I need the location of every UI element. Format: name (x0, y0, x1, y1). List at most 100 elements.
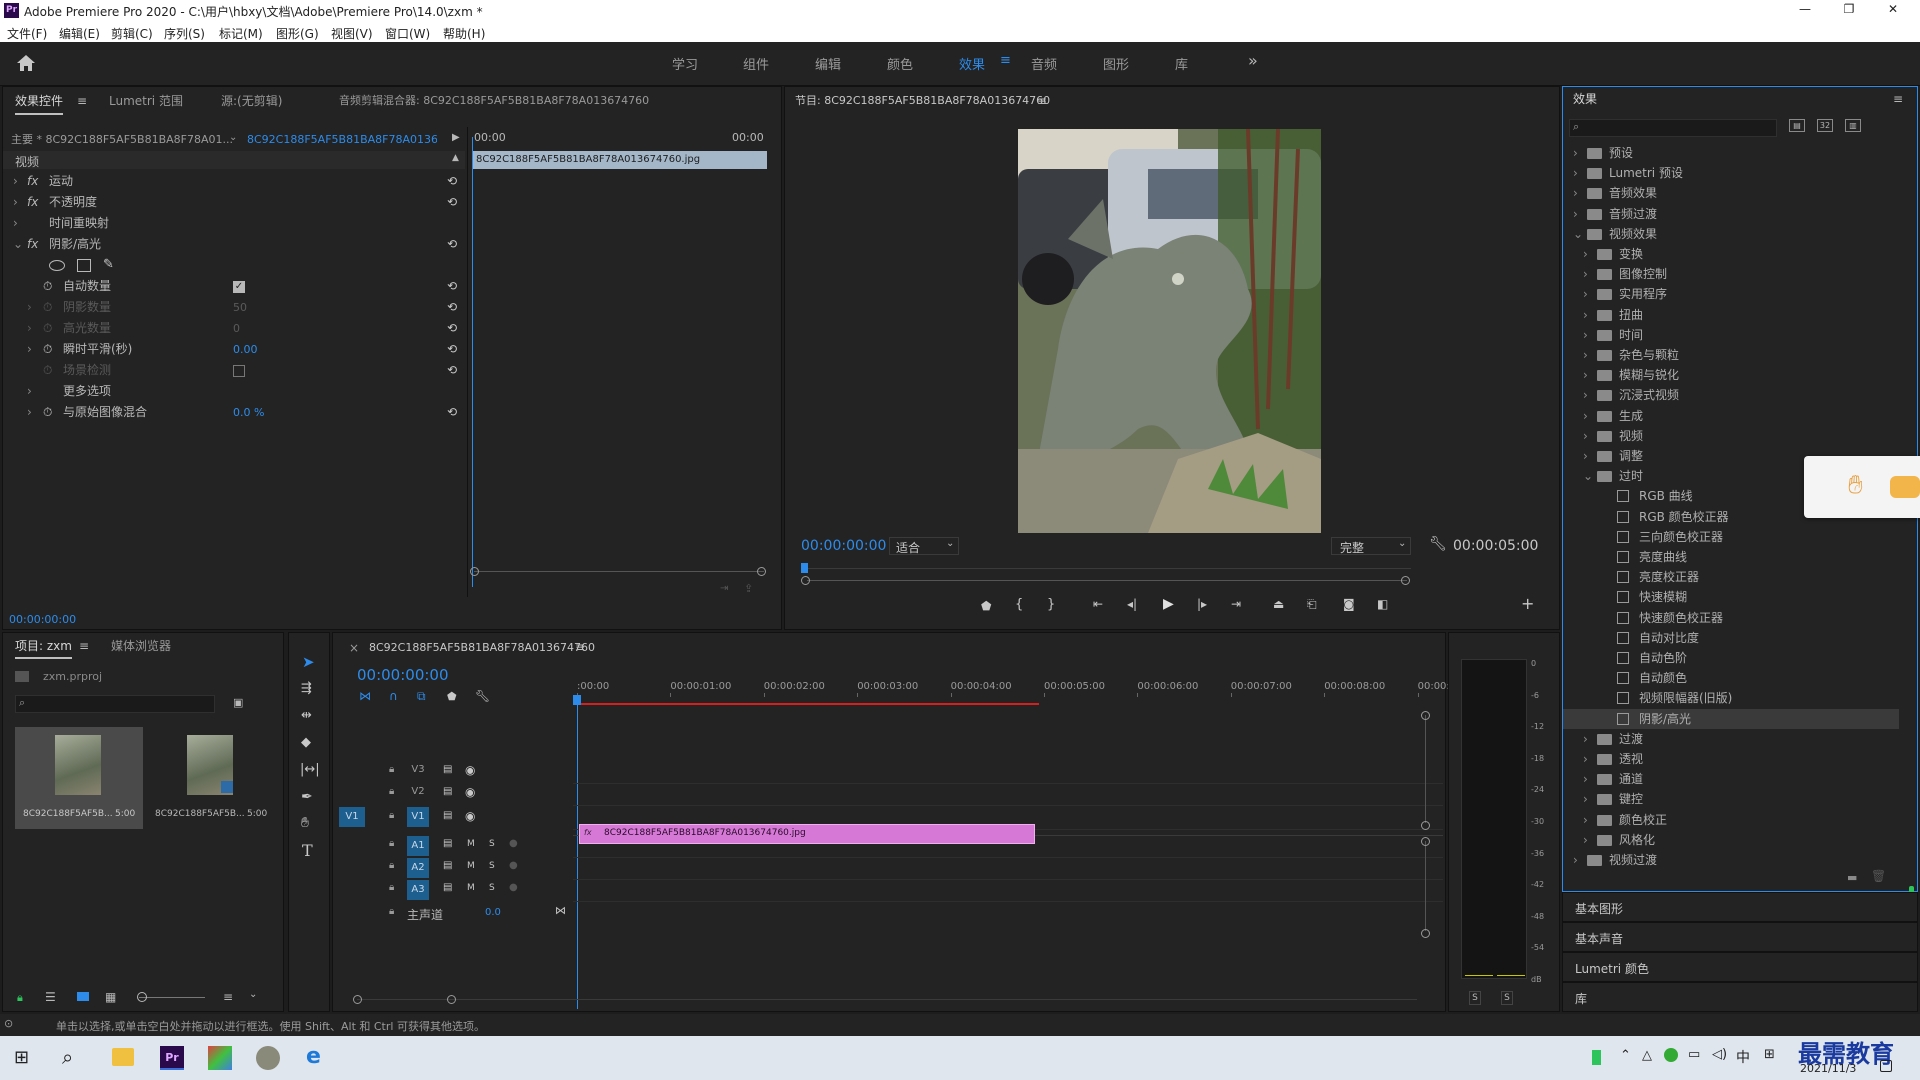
reset-icon[interactable]: ⟲ (447, 297, 457, 318)
effect-row-shadow-highlight[interactable]: ⌄ fx 阴影/高光 ⟲ (3, 234, 465, 255)
source-patch-v1[interactable]: V1 (339, 807, 365, 827)
chevron-right-icon[interactable]: › (1583, 284, 1588, 304)
track-label[interactable]: V3 (407, 764, 429, 780)
stopwatch-icon[interactable]: ⏱ (43, 402, 52, 423)
accelerated-effects-icon[interactable]: ▤ (1789, 119, 1805, 132)
minimize-button[interactable]: — (1790, 2, 1820, 16)
horizontal-scroll[interactable] (357, 999, 1417, 1000)
chevron-right-icon[interactable]: › (1573, 183, 1578, 203)
sequence-clip-selector[interactable]: 8C92C188F5AF5B81BA8F78A013674760 ... (247, 131, 437, 149)
tab-effect-controls[interactable]: 效果控件 (15, 87, 64, 115)
workspace-assembly[interactable]: 组件 (743, 54, 769, 73)
battery-icon[interactable] (1592, 1050, 1601, 1065)
sort-icon[interactable]: ≡ (223, 990, 233, 1004)
chevron-up-icon[interactable]: ⌃ (1620, 1048, 1631, 1063)
effects-folder[interactable]: › 颜色校正 (1563, 810, 1899, 830)
effects-item[interactable]: 自动对比度 (1563, 628, 1899, 648)
step-forward-icon[interactable]: |▸ (1197, 597, 1207, 611)
effects-item[interactable]: 自动色阶 (1563, 648, 1899, 668)
chevron-down-icon[interactable]: ⌄ (229, 132, 237, 143)
panel-menu-icon[interactable]: ≡ (79, 639, 89, 653)
effects-folder[interactable]: › 生成 (1563, 406, 1899, 426)
track-a3[interactable]: 🔒︎ A3 ▤ M S ● (333, 879, 571, 901)
lock-icon[interactable]: 🔒︎ (389, 786, 394, 797)
effects-folder[interactable]: › 沉浸式视频 (1563, 385, 1899, 405)
scroll-up-icon[interactable]: ▲ (452, 153, 459, 163)
eye-icon[interactable]: ◉ (465, 809, 475, 823)
effects-folder[interactable]: › 视频过渡 (1563, 850, 1899, 870)
program-scrubber[interactable] (801, 561, 1411, 585)
param-more-options[interactable]: › 更多选项 (3, 381, 465, 402)
param-auto-amounts[interactable]: ⏱ 自动数量 ✓ ⟲ (3, 276, 465, 297)
effects-item[interactable]: 三向颜色校正器 (1563, 527, 1899, 547)
new-search-bin-icon[interactable]: ▣ (233, 696, 243, 709)
play-icon[interactable]: ▶ (1163, 596, 1174, 612)
scroll-handle[interactable] (1421, 929, 1430, 938)
project-item[interactable]: 8C92C188F5AF5B... 5:00 (147, 727, 275, 829)
network-icon[interactable]: ▭ (1688, 1047, 1700, 1062)
32bit-effects-icon[interactable]: 32 (1817, 119, 1833, 132)
chevron-down-icon[interactable]: ⌄ (1573, 224, 1583, 244)
notification-center-icon[interactable] (1880, 1060, 1892, 1072)
effects-folder[interactable]: › 时间 (1563, 325, 1899, 345)
ec-timecode[interactable]: 00:00:00:00 (9, 613, 76, 626)
razor-tool-icon[interactable]: ◆ (301, 735, 311, 750)
tab-source[interactable]: 源:(无剪辑) (221, 87, 282, 115)
effect-row-time-remap[interactable]: › 时间重映射 (3, 213, 465, 234)
chevron-right-icon[interactable]: › (1583, 345, 1588, 365)
vertical-scroll-video[interactable] (1425, 715, 1426, 823)
add-marker-icon[interactable]: ⬟ (447, 690, 457, 703)
panel-menu-icon[interactable]: ≡ (575, 640, 585, 654)
menu-view[interactable]: 视图(V) (331, 25, 373, 42)
windows-start-icon[interactable]: ⊞ (14, 1047, 29, 1068)
delete-icon[interactable]: 🗑︎ (1871, 869, 1886, 883)
effects-item[interactable]: 自动颜色 (1563, 668, 1899, 688)
effects-item[interactable]: 阴影/高光 (1563, 708, 1899, 729)
effects-item[interactable]: 亮度校正器 (1563, 567, 1899, 587)
pen-mask-icon[interactable]: ✎ (103, 257, 114, 272)
export-icon[interactable]: ⇪ (744, 582, 753, 595)
solo-right-button[interactable]: S (1501, 991, 1513, 1005)
track-a1[interactable]: 🔒︎ A1 ▤ M S ● (333, 835, 571, 857)
chevron-right-icon[interactable]: › (1573, 143, 1578, 163)
workspace-menu-icon[interactable]: ≡ (1000, 53, 1011, 68)
freeform-view-icon[interactable]: ▦ (105, 990, 116, 1004)
avatar[interactable] (256, 1046, 280, 1070)
stopwatch-icon[interactable]: ⏱ (43, 339, 52, 360)
chevron-right-icon[interactable]: › (1583, 769, 1588, 789)
sequence-tab-title[interactable]: 8C92C188F5AF5B81BA8F78A013674760 (369, 641, 595, 654)
menu-help[interactable]: 帮助(H) (443, 25, 485, 42)
film-sync-icon[interactable]: ▤ (443, 860, 452, 871)
floating-gesture-widget[interactable]: ✋︎ (1804, 456, 1920, 518)
chevron-right-icon[interactable]: › (1583, 729, 1588, 749)
chevron-right-icon[interactable]: › (1573, 850, 1578, 870)
track-v2[interactable]: 🔒︎ V2 ▤ ◉ (333, 783, 571, 805)
film-sync-icon[interactable]: ▤ (443, 786, 452, 797)
yuv-effects-icon[interactable]: ▥ (1845, 119, 1861, 132)
menu-window[interactable]: 窗口(W) (385, 25, 430, 42)
menu-sequence[interactable]: 序列(S) (164, 25, 205, 42)
lock-icon[interactable]: 🔒︎ (389, 838, 394, 849)
zoom-handle-right[interactable] (447, 995, 456, 1004)
reset-icon[interactable]: ⟲ (447, 360, 457, 381)
zoom-handle-left[interactable] (801, 576, 810, 585)
close-sequence-button[interactable]: × (349, 641, 359, 655)
home-icon[interactable] (16, 54, 36, 72)
taskbar-date[interactable]: 2021/11/3 (1800, 1062, 1856, 1075)
master-volume-value[interactable]: 0.0 (485, 907, 501, 918)
effects-item[interactable]: 快速模糊 (1563, 587, 1899, 607)
pen-tool-icon[interactable]: ✒ (301, 789, 313, 805)
film-sync-icon[interactable]: ▤ (443, 764, 452, 775)
track-a2[interactable]: 🔒︎ A2 ▤ M S ● (333, 857, 571, 879)
fit-dropdown[interactable]: 适合 ⌄ (889, 537, 959, 555)
input-method-indicator[interactable]: 中 (1736, 1047, 1750, 1067)
effects-folder[interactable]: › 通道 (1563, 769, 1899, 789)
filter-icon[interactable]: ⇥ (720, 583, 728, 594)
project-search-input[interactable]: ⌕ (15, 695, 215, 713)
essential-graphics-panel[interactable]: 基本图形 (1562, 892, 1918, 922)
tab-media-browser[interactable]: 媒体浏览器 (111, 633, 171, 659)
auto-amounts-checkbox[interactable]: ✓ (233, 281, 245, 293)
effects-folder[interactable]: › Lumetri 预设 (1563, 163, 1899, 183)
go-to-in-icon[interactable]: ⇤ (1093, 597, 1103, 611)
step-back-icon[interactable]: ◂| (1127, 597, 1137, 611)
